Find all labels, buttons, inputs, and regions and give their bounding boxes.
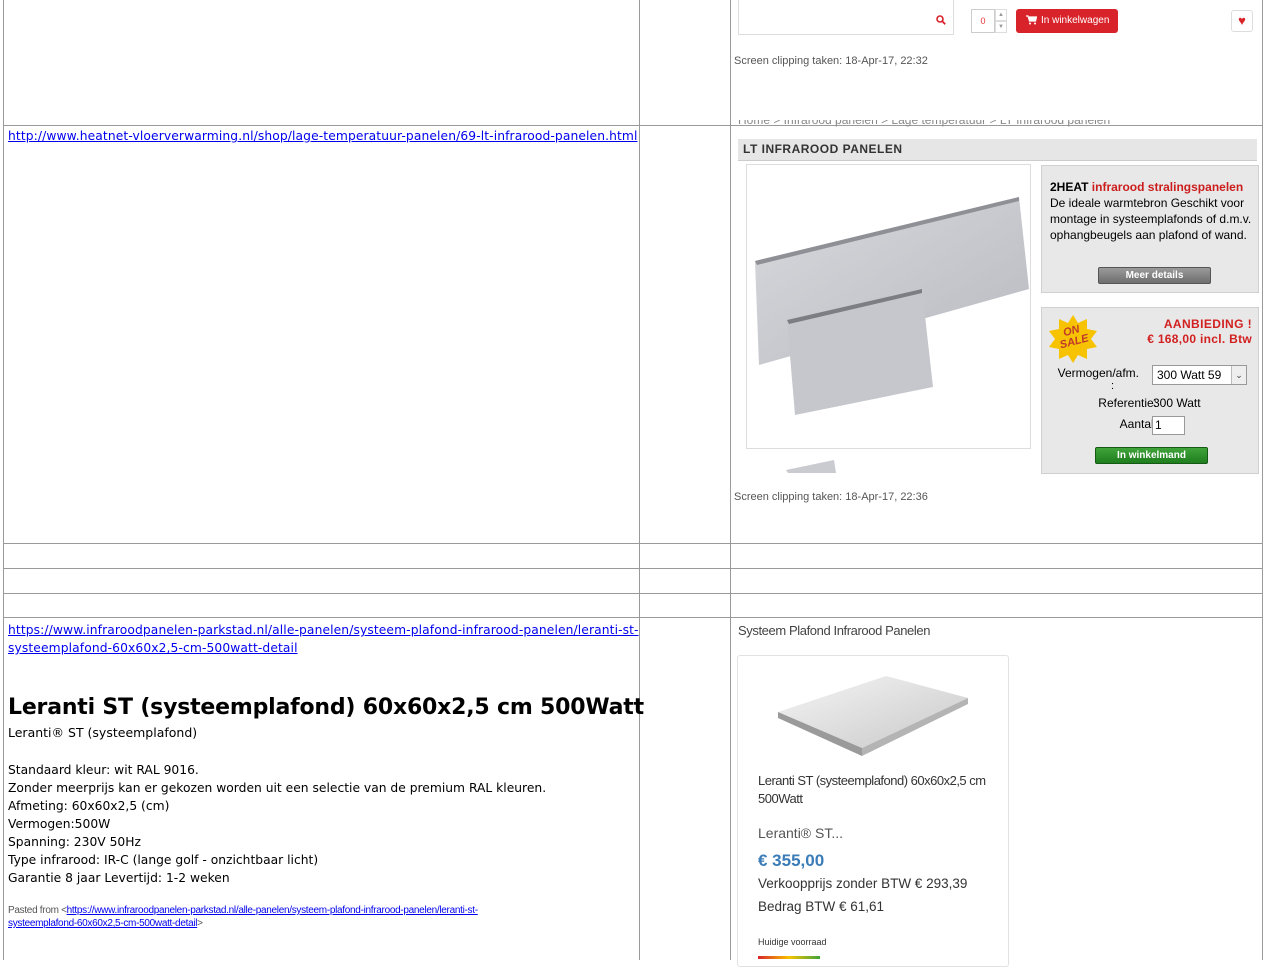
row-divider bbox=[3, 593, 1263, 594]
info-brand: 2HEAT bbox=[1050, 180, 1092, 194]
source-link[interactable]: http://www.heatnet-vloerverwarming.nl/sh… bbox=[8, 129, 638, 143]
quantity-input[interactable]: 1 bbox=[1152, 416, 1185, 435]
quantity-field[interactable]: 0 bbox=[971, 9, 995, 33]
stock-label: Huidige voorraad bbox=[758, 937, 827, 947]
product-card-price-excl: Verkoopprijs zonder BTW € 293,39 bbox=[758, 876, 968, 891]
add-to-cart-label: In winkelwagen bbox=[1041, 15, 1110, 26]
spec-line: Standaard kleur: wit RAL 9016. bbox=[8, 763, 199, 777]
power-colon: : bbox=[1111, 380, 1115, 392]
clipping-note: Screen clipping taken: 18-Apr-17, 22:36 bbox=[734, 491, 928, 503]
spec-line: Afmeting: 60x60x2,5 (cm) bbox=[8, 799, 170, 813]
cart-icon bbox=[1026, 9, 1038, 33]
source-link-line2[interactable]: systeemplafond-60x60x2,5-cm-500watt-deta… bbox=[8, 641, 298, 655]
section-title: LT INFRAROOD PANELEN bbox=[743, 142, 903, 156]
panel-image-icon bbox=[778, 676, 968, 756]
pasted-suffix: > bbox=[197, 918, 203, 929]
info-highlight: infrarood stralingspanelen bbox=[1091, 180, 1244, 194]
product-card-image[interactable] bbox=[776, 672, 971, 762]
quantity-stepper[interactable]: ▲ ▼ bbox=[995, 9, 1007, 33]
chevron-down-icon[interactable]: ⌄ bbox=[1231, 366, 1246, 384]
pasted-prefix: Pasted from < bbox=[8, 905, 67, 916]
panel-image-icon bbox=[755, 197, 1029, 415]
product-info-box: 2HEAT infrarood stralingspanelen De idea… bbox=[1041, 165, 1259, 293]
product-card[interactable]: Leranti ST (systeemplafond) 60x60x2,5 cm… bbox=[737, 655, 1009, 967]
pasted-from-note: Pasted from <https://www.infraroodpanele… bbox=[8, 904, 478, 930]
breadcrumb: Home > Infrarood panelen > Lage temperat… bbox=[738, 120, 1111, 127]
stepper-down-icon[interactable]: ▼ bbox=[995, 21, 1007, 33]
on-sale-badge-icon: ON SALE bbox=[1049, 315, 1097, 363]
product-card-price: € 355,00 bbox=[758, 851, 825, 870]
thumbnail-strip[interactable] bbox=[746, 458, 846, 473]
search-icon[interactable] bbox=[936, 15, 946, 28]
source-link-line1[interactable]: https://www.infraroodpanelen-parkstad.nl… bbox=[8, 623, 639, 637]
product-image[interactable] bbox=[746, 164, 1031, 449]
add-to-cart-button[interactable]: In winkelwagen bbox=[1016, 9, 1118, 33]
product-card-vat: Bedrag BTW € 61,61 bbox=[758, 899, 885, 914]
offer-label: AANBIEDING ! bbox=[1163, 317, 1252, 331]
power-select-value: 300 Watt 59 bbox=[1157, 368, 1222, 382]
details-button[interactable]: Meer details bbox=[1098, 267, 1211, 284]
stock-bar bbox=[758, 956, 820, 959]
power-label: Vermogen/afm. bbox=[1057, 366, 1139, 380]
product-heading: Leranti ST (systeemplafond) 60x60x2,5 cm… bbox=[8, 695, 644, 720]
pasted-link-line1[interactable]: https://www.infraroodpanelen-parkstad.nl… bbox=[67, 905, 478, 916]
product-card-title[interactable]: Leranti ST (systeemplafond) 60x60x2,5 cm… bbox=[758, 772, 988, 808]
table-border-col2 bbox=[639, 0, 640, 960]
product-card-subtitle: Leranti® ST... bbox=[758, 825, 844, 841]
table-border-right bbox=[1262, 0, 1263, 960]
spec-list: Standaard kleur: wit RAL 9016. Zonder me… bbox=[8, 761, 546, 887]
power-select[interactable]: 300 Watt 59 ⌄ bbox=[1152, 365, 1247, 385]
spec-line: Zonder meerprijs kan er gekozen worden u… bbox=[8, 781, 547, 795]
thumbnail-image-icon bbox=[786, 460, 836, 473]
section-title-bar: LT INFRAROOD PANELEN bbox=[738, 139, 1257, 161]
row-divider bbox=[3, 568, 1263, 569]
search-input[interactable] bbox=[738, 0, 954, 35]
spec-line: Vermogen:500W bbox=[8, 817, 111, 831]
reference-label: Referentie: bbox=[1098, 396, 1157, 410]
source-link[interactable]: https://www.infraroodpanelen-parkstad.nl… bbox=[8, 621, 639, 657]
table-border-left bbox=[3, 0, 4, 960]
clipping-note: Screen clipping taken: 18-Apr-17, 22:32 bbox=[734, 55, 928, 67]
spec-line: Garantie 8 jaar Levertijd: 1-2 weken bbox=[8, 871, 230, 885]
info-text: De ideale warmtebron Geschikt voor monta… bbox=[1050, 196, 1252, 242]
row-divider bbox=[3, 543, 1263, 544]
pasted-link-line2[interactable]: systeemplafond-60x60x2,5-cm-500watt-deta… bbox=[8, 918, 197, 929]
reference-value: 300 Watt bbox=[1153, 396, 1201, 410]
offer-price: € 168,00 incl. Btw bbox=[1147, 332, 1252, 346]
product-subheading: Leranti® ST (systeemplafond) bbox=[8, 725, 198, 740]
order-button[interactable]: In winkelmand bbox=[1095, 447, 1208, 464]
offer-box: ON SALE AANBIEDING ! € 168,00 incl. Btw … bbox=[1041, 307, 1259, 474]
spec-line: Type infrarood: IR-C (lange golf - onzic… bbox=[8, 853, 319, 867]
spec-line: Spanning: 230V 50Hz bbox=[8, 835, 141, 849]
wishlist-heart-icon[interactable]: ♥ bbox=[1231, 10, 1253, 32]
category-title: Systeem Plafond Infrarood Panelen bbox=[738, 623, 931, 638]
row-divider bbox=[3, 617, 1263, 618]
stepper-up-icon[interactable]: ▲ bbox=[995, 9, 1007, 21]
table-border-col3 bbox=[730, 0, 731, 960]
